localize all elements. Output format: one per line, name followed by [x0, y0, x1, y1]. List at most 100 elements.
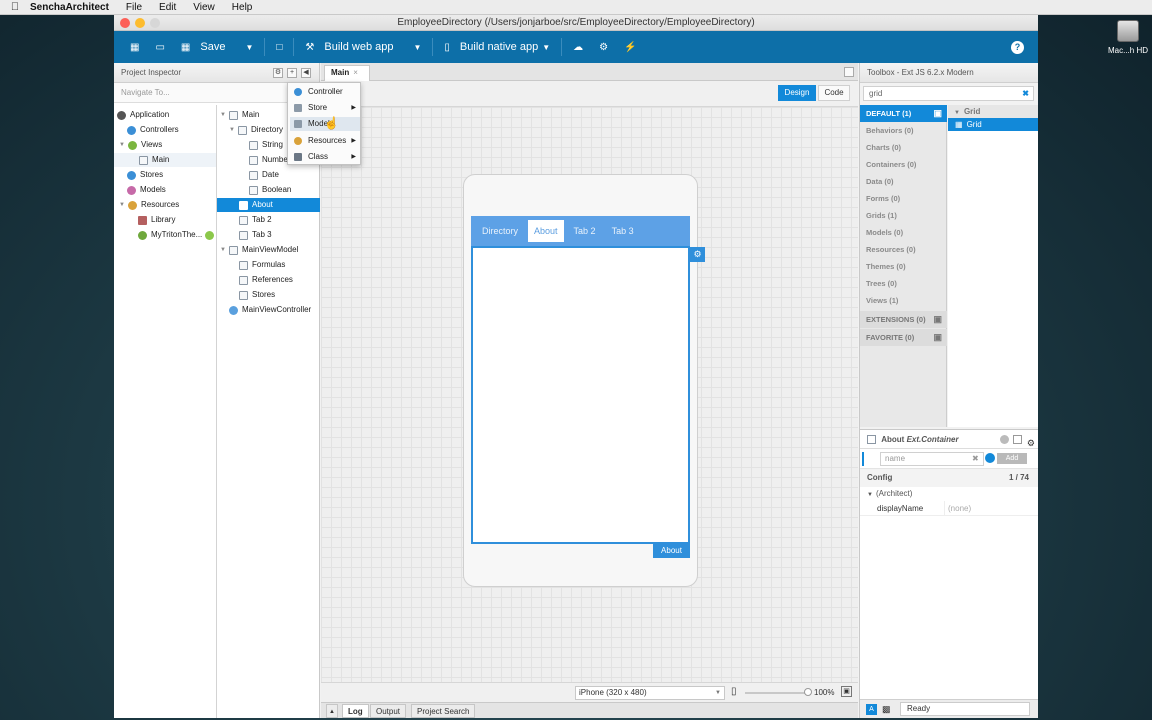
tree-application[interactable]: Application [117, 108, 169, 122]
menu-item-resources[interactable]: Resources ▶ [290, 134, 360, 148]
config-group-architect[interactable]: ▼ (Architect) [860, 487, 1038, 501]
mobile-tab-directory[interactable]: Directory [476, 220, 524, 242]
tree-number[interactable]: Number [249, 153, 290, 167]
tree-views[interactable]: ▼ Views [119, 138, 162, 152]
tree-stores[interactable]: Stores [127, 168, 163, 182]
tab-main[interactable]: Main × [324, 65, 370, 81]
tree-theme[interactable]: MyTritonThe... [138, 228, 218, 242]
preview-button[interactable]: □ [268, 31, 290, 63]
tab-log[interactable]: Log [342, 704, 369, 718]
expand-panel-icon[interactable]: ▲ [326, 704, 338, 718]
help-icon[interactable] [1000, 435, 1009, 444]
power-button[interactable]: ⚡ [616, 31, 644, 63]
apple-icon[interactable]:  [0, 1, 30, 13]
mobile-tab-2[interactable]: Tab 2 [568, 220, 602, 242]
config-row-displayname[interactable]: displayName (none) [860, 501, 1038, 516]
tree-resources[interactable]: ▼ Resources [119, 198, 179, 212]
tab-output[interactable]: Output [370, 704, 407, 718]
tree-references[interactable]: References [239, 273, 293, 287]
about-container[interactable] [471, 246, 690, 544]
tree-controllers[interactable]: Controllers [127, 123, 179, 137]
tree-string[interactable]: String [249, 138, 283, 152]
design-button[interactable]: Design [778, 85, 816, 101]
config-filter-input[interactable]: name [880, 452, 984, 466]
close-window-button[interactable] [120, 18, 130, 28]
zoom-slider[interactable] [745, 692, 807, 694]
build-web-button[interactable]: ⚒ Build web app [297, 31, 401, 63]
filter-info-icon[interactable] [985, 453, 995, 463]
mobile-tab-3[interactable]: Tab 3 [606, 220, 640, 242]
help-button[interactable]: ? [1003, 31, 1038, 63]
menu-view[interactable]: View [193, 2, 215, 13]
tree-directory[interactable]: ▼ Directory [229, 123, 283, 137]
list-icon[interactable] [1013, 435, 1022, 444]
tree-main[interactable]: ▼ Main [220, 108, 259, 122]
tree-tab2[interactable]: Tab 2 [239, 213, 272, 227]
add-config-button[interactable]: Add [997, 453, 1027, 464]
tree-formulas[interactable]: Formulas [239, 258, 285, 272]
menu-edit[interactable]: Edit [159, 2, 176, 13]
tree-mainviewcontroller[interactable]: MainViewController [229, 303, 311, 317]
category-forms[interactable]: Forms (0) [860, 190, 947, 207]
minimize-window-button[interactable] [135, 18, 145, 28]
open-folder-button[interactable]: ▭ [147, 31, 172, 63]
build-native-button[interactable]: ▯ Build native app ▼ [436, 31, 558, 63]
group-grid[interactable]: ▼ Grid [948, 105, 1038, 118]
maximize-icon[interactable] [844, 67, 854, 77]
close-tab-icon[interactable]: × [353, 68, 358, 77]
tree-view-main[interactable]: Main [114, 153, 216, 167]
tree-boolean[interactable]: Boolean [249, 183, 291, 197]
fit-screen-icon[interactable]: ▣ [841, 686, 852, 697]
design-canvas[interactable]: Directory About Tab 2 Tab 3 ⚙ About [321, 107, 858, 682]
desktop-hd-icon[interactable]: Mac...h HD [1108, 20, 1148, 55]
category-containers[interactable]: Containers (0) [860, 156, 947, 173]
add-icon[interactable]: + [287, 68, 297, 78]
device-select[interactable]: iPhone (320 x 480) ▼ [575, 686, 725, 700]
toolbox-item-grid[interactable]: ▦ Grid [948, 118, 1038, 131]
tree-library[interactable]: Library [138, 213, 175, 227]
menu-help[interactable]: Help [232, 2, 253, 13]
mobile-tab-about[interactable]: About [528, 220, 564, 242]
menu-item-store[interactable]: Store ▶ [290, 101, 360, 115]
category-trees[interactable]: Trees (0) [860, 275, 947, 292]
rotate-device-icon[interactable]: ▯ [731, 686, 737, 697]
tree-date[interactable]: Date [249, 168, 279, 182]
build-web-dropdown[interactable]: ▼ [401, 31, 429, 63]
save-dropdown[interactable]: ▼ [233, 31, 261, 63]
new-file-button[interactable]: ▦ [122, 31, 147, 63]
category-themes[interactable]: Themes (0) [860, 258, 947, 275]
save-button[interactable]: ▦ Save [173, 31, 234, 63]
category-data[interactable]: Data (0) [860, 173, 947, 190]
architect-icon[interactable]: A [866, 704, 877, 715]
dock-icon[interactable]: ▩ [882, 704, 891, 715]
config-prop-value[interactable]: (none) [944, 501, 1030, 516]
clear-filter-icon[interactable]: ✖ [972, 454, 979, 463]
tree-tab3[interactable]: Tab 3 [239, 228, 272, 242]
category-grids[interactable]: Grids (1) [860, 207, 947, 224]
code-button[interactable]: Code [818, 85, 850, 101]
category-behaviors[interactable]: Behaviors (0) [860, 122, 947, 139]
category-default[interactable]: DEFAULT (1) ▣ [860, 105, 947, 122]
category-favorite[interactable]: FAVORITE (0) ▣ [860, 329, 947, 346]
tree-vm-stores[interactable]: Stores [239, 288, 275, 302]
tree-about[interactable]: About [217, 198, 320, 212]
deploy-button[interactable]: ☁ [565, 31, 591, 63]
category-charts[interactable]: Charts (0) [860, 139, 947, 156]
component-settings-icon[interactable]: ⚙ [690, 247, 705, 262]
tree-mainviewmodel[interactable]: ▼ MainViewModel [220, 243, 298, 257]
category-extensions[interactable]: EXTENSIONS (0) ▣ [860, 311, 947, 328]
menu-item-class[interactable]: Class ▶ [290, 150, 360, 164]
menu-file[interactable]: File [126, 2, 142, 13]
tab-project-search[interactable]: Project Search [411, 704, 476, 718]
menu-item-controller[interactable]: Controller [290, 85, 360, 99]
app-menu[interactable]: SenchaArchitect [30, 2, 109, 13]
tree-models[interactable]: Models [127, 183, 166, 197]
category-views[interactable]: Views (1) [860, 292, 947, 309]
zoom-window-button[interactable] [150, 18, 160, 28]
toolbox-search-input[interactable]: grid ✖ [863, 86, 1034, 101]
settings-button[interactable]: ⚙ [591, 31, 616, 63]
collapse-icon[interactable]: ◀ [301, 68, 311, 78]
category-models[interactable]: Models (0) [860, 224, 947, 241]
clear-search-icon[interactable]: ✖ [1022, 87, 1029, 100]
settings-icon[interactable]: ⚙ [273, 68, 283, 78]
